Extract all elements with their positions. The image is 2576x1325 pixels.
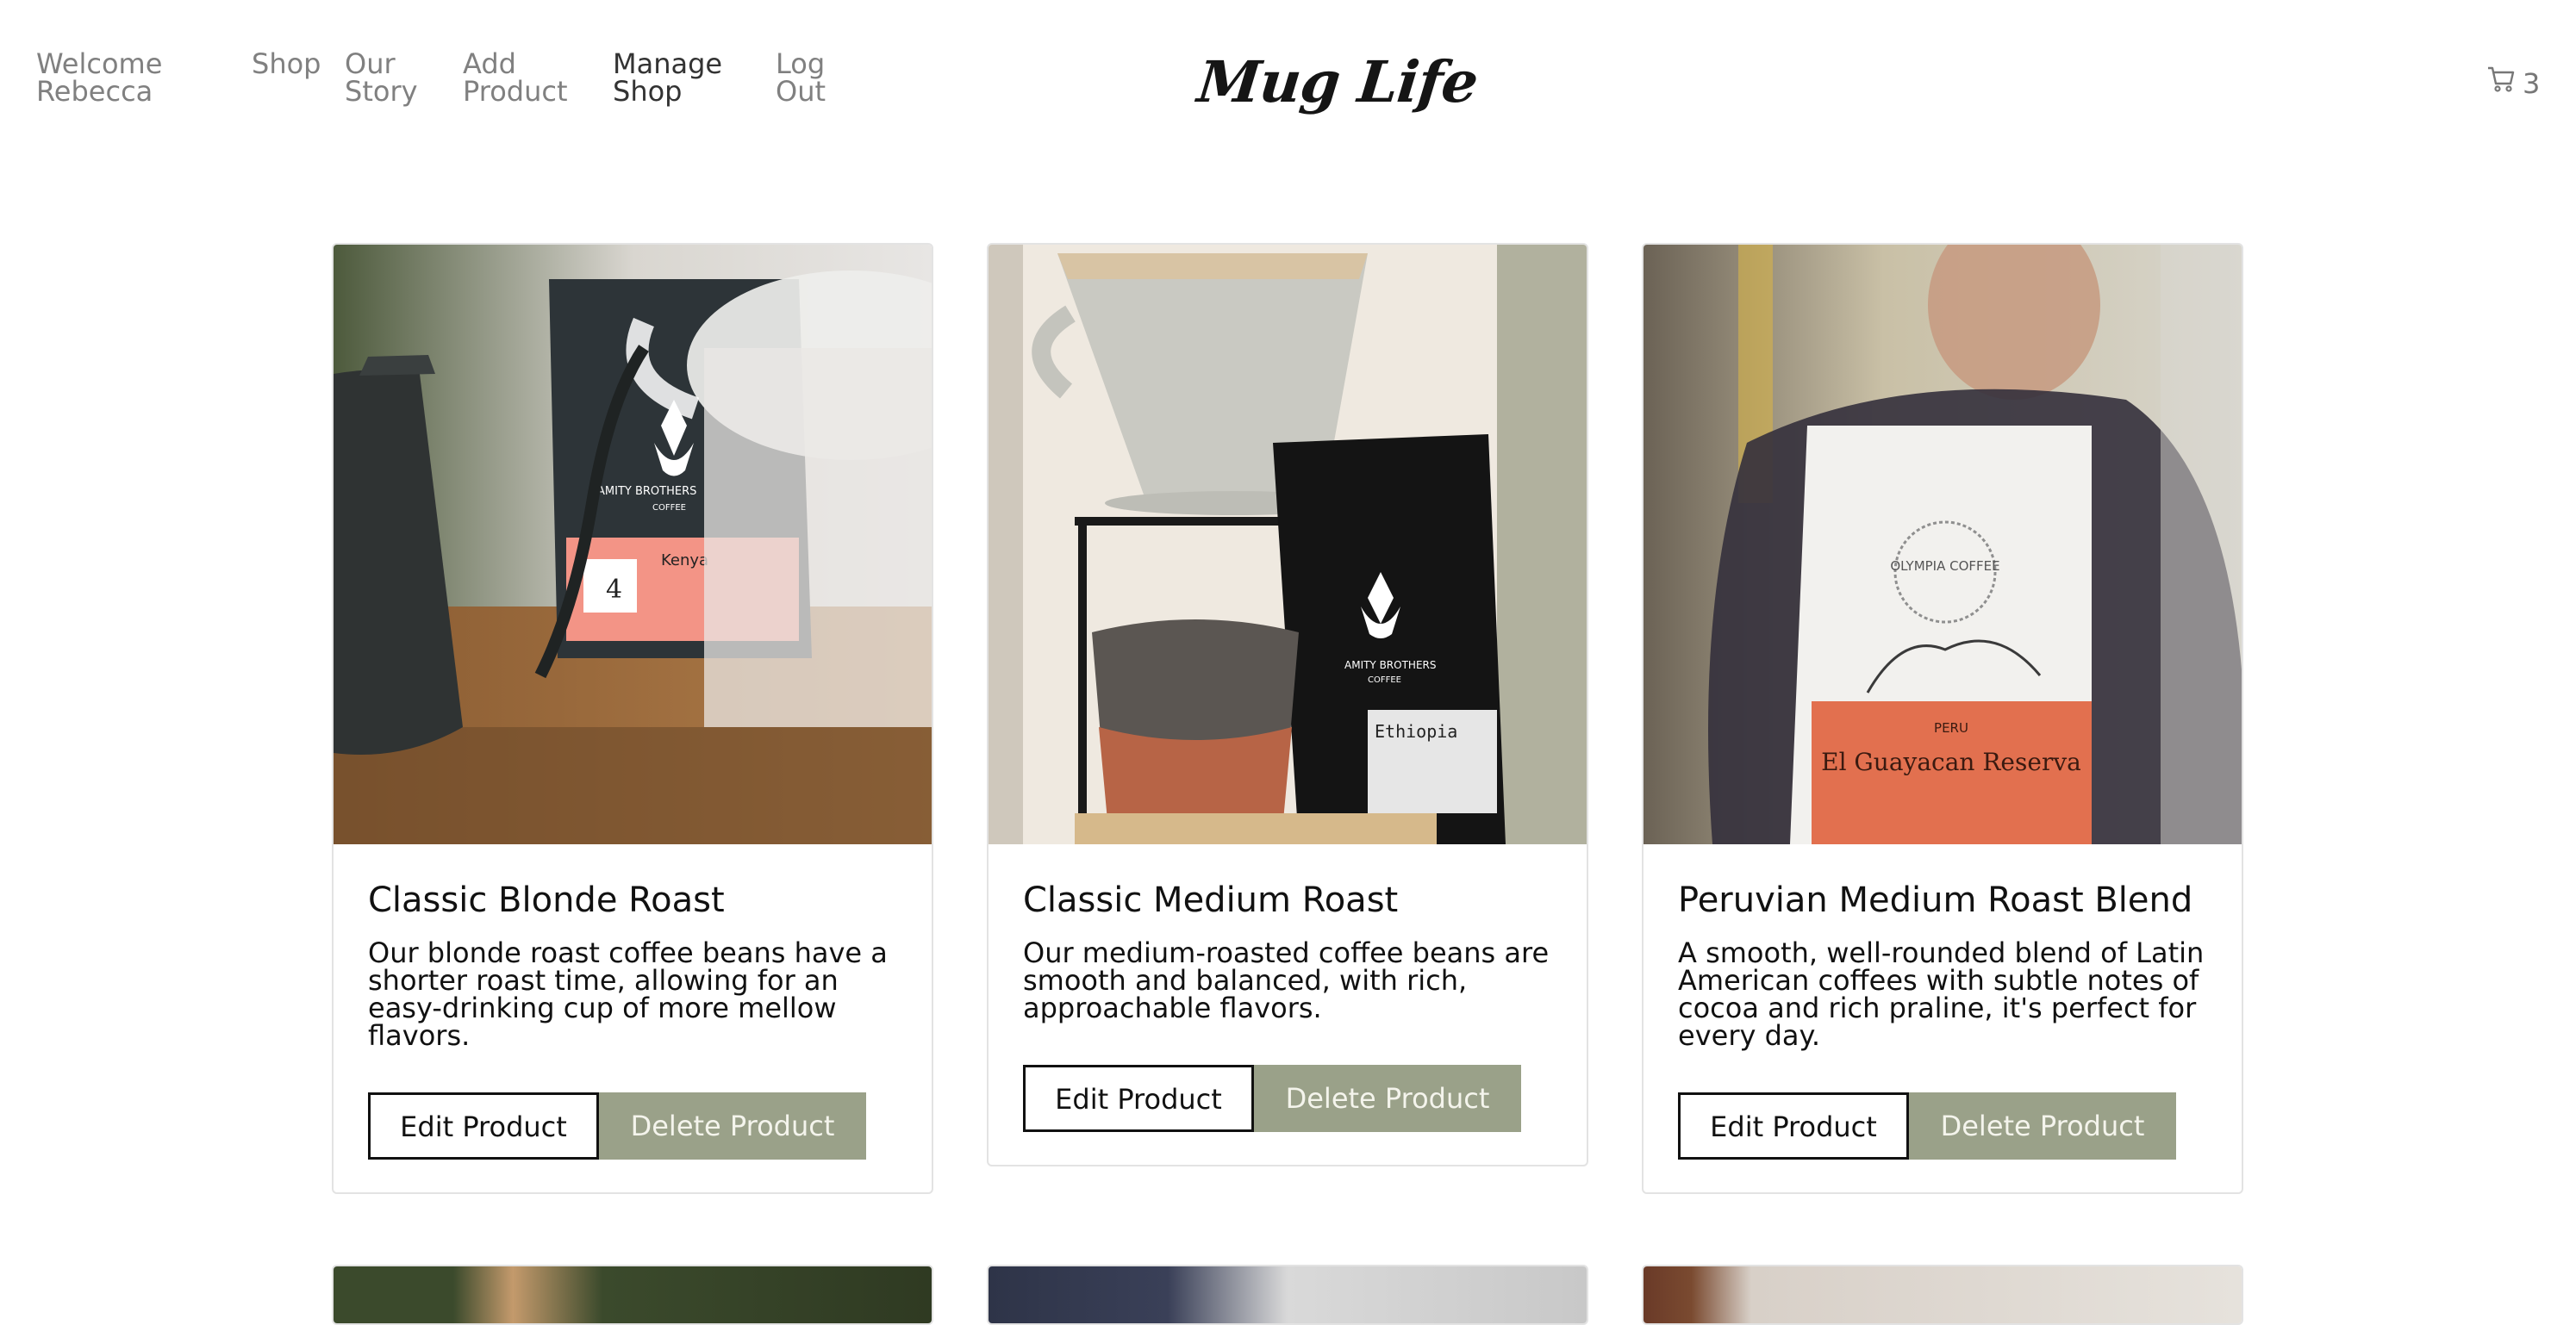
bag-name-text: El Guayacan Reserva	[1821, 748, 2081, 776]
nav-add-product-line2: Product	[463, 75, 568, 108]
product-card: OLYMPIA COFFEE PERU El Guayacan Reserva …	[1642, 243, 2243, 1194]
bag-brand-text: AMITY BROTHERS	[597, 485, 696, 498]
edit-product-button[interactable]: Edit Product	[1023, 1065, 1254, 1132]
nav-manage-shop[interactable]: Manage Shop	[613, 50, 722, 105]
nav-our-story-line2: Story	[345, 75, 418, 108]
product-card: 4 Kenya AMITY BROTHERS COFFEE Classic Bl…	[332, 243, 933, 1194]
product-image	[1644, 1266, 2242, 1323]
nav-add-product-line1: Add	[463, 47, 516, 80]
nav-log-out[interactable]: Log Out	[776, 50, 826, 105]
product-description: A smooth, well-rounded blend of Latin Am…	[1678, 936, 2205, 1052]
delete-product-button[interactable]: Delete Product	[1254, 1065, 1521, 1132]
site-logo[interactable]: Mug Life	[1194, 48, 1481, 115]
nav-log-out-line1: Log	[776, 47, 826, 80]
product-image: 4 Kenya AMITY BROTHERS COFFEE	[334, 245, 932, 844]
bag-origin-text: Kenya	[661, 551, 708, 569]
nav-manage-shop-line2: Shop	[613, 75, 683, 108]
site-header: Welcome Rebecca Shop Our Story Add Produ…	[0, 0, 2576, 172]
delete-product-button[interactable]: Delete Product	[599, 1092, 866, 1160]
bag-brand-text: AMITY BROTHERS	[1344, 659, 1436, 671]
nav-shop-label: Shop	[252, 47, 321, 80]
product-card: Ethiopia AMITY BROTHERS COFFEE Classic M…	[987, 243, 1588, 1166]
nav-add-product[interactable]: Add Product	[463, 50, 568, 105]
nav-welcome[interactable]: Welcome Rebecca	[36, 50, 162, 105]
product-card-partial	[987, 1265, 1588, 1325]
product-card-partial	[1642, 1265, 2243, 1325]
product-image	[334, 1266, 932, 1323]
nav-shop[interactable]: Shop	[252, 50, 321, 78]
cart-icon	[2488, 66, 2515, 92]
bag-sub-text: COFFEE	[1368, 675, 1401, 685]
nav-log-out-line2: Out	[776, 75, 826, 108]
delete-product-button[interactable]: Delete Product	[1909, 1092, 2176, 1160]
product-title: Classic Medium Roast	[1023, 880, 1399, 920]
product-title: Peruvian Medium Roast Blend	[1678, 880, 2193, 920]
edit-product-button[interactable]: Edit Product	[1678, 1092, 1909, 1160]
nav-welcome-line1: Welcome	[36, 47, 163, 80]
product-title: Classic Blonde Roast	[368, 880, 725, 920]
bag-brand-text: OLYMPIA COFFEE	[1890, 558, 1999, 574]
product-image: Ethiopia AMITY BROTHERS COFFEE	[989, 245, 1587, 844]
nav-our-story[interactable]: Our Story	[345, 50, 418, 105]
nav-manage-shop-line1: Manage	[613, 47, 723, 80]
bag-sub-text: COFFEE	[652, 503, 686, 513]
nav-welcome-line2: Rebecca	[36, 75, 153, 108]
bag-origin-text: Ethiopia	[1375, 721, 1457, 742]
cart-count: 3	[2523, 67, 2541, 100]
edit-product-button[interactable]: Edit Product	[368, 1092, 599, 1160]
bag-country-text: PERU	[1934, 720, 1968, 736]
product-card-partial	[332, 1265, 933, 1325]
product-image: OLYMPIA COFFEE PERU El Guayacan Reserva	[1644, 245, 2242, 844]
product-description: Our blonde roast coffee beans have a sho…	[368, 936, 888, 1052]
svg-text:4: 4	[606, 575, 622, 605]
product-description: Our medium-roasted coffee beans are smoo…	[1023, 936, 1550, 1024]
nav-our-story-line1: Our	[345, 47, 396, 80]
product-image	[989, 1266, 1587, 1323]
